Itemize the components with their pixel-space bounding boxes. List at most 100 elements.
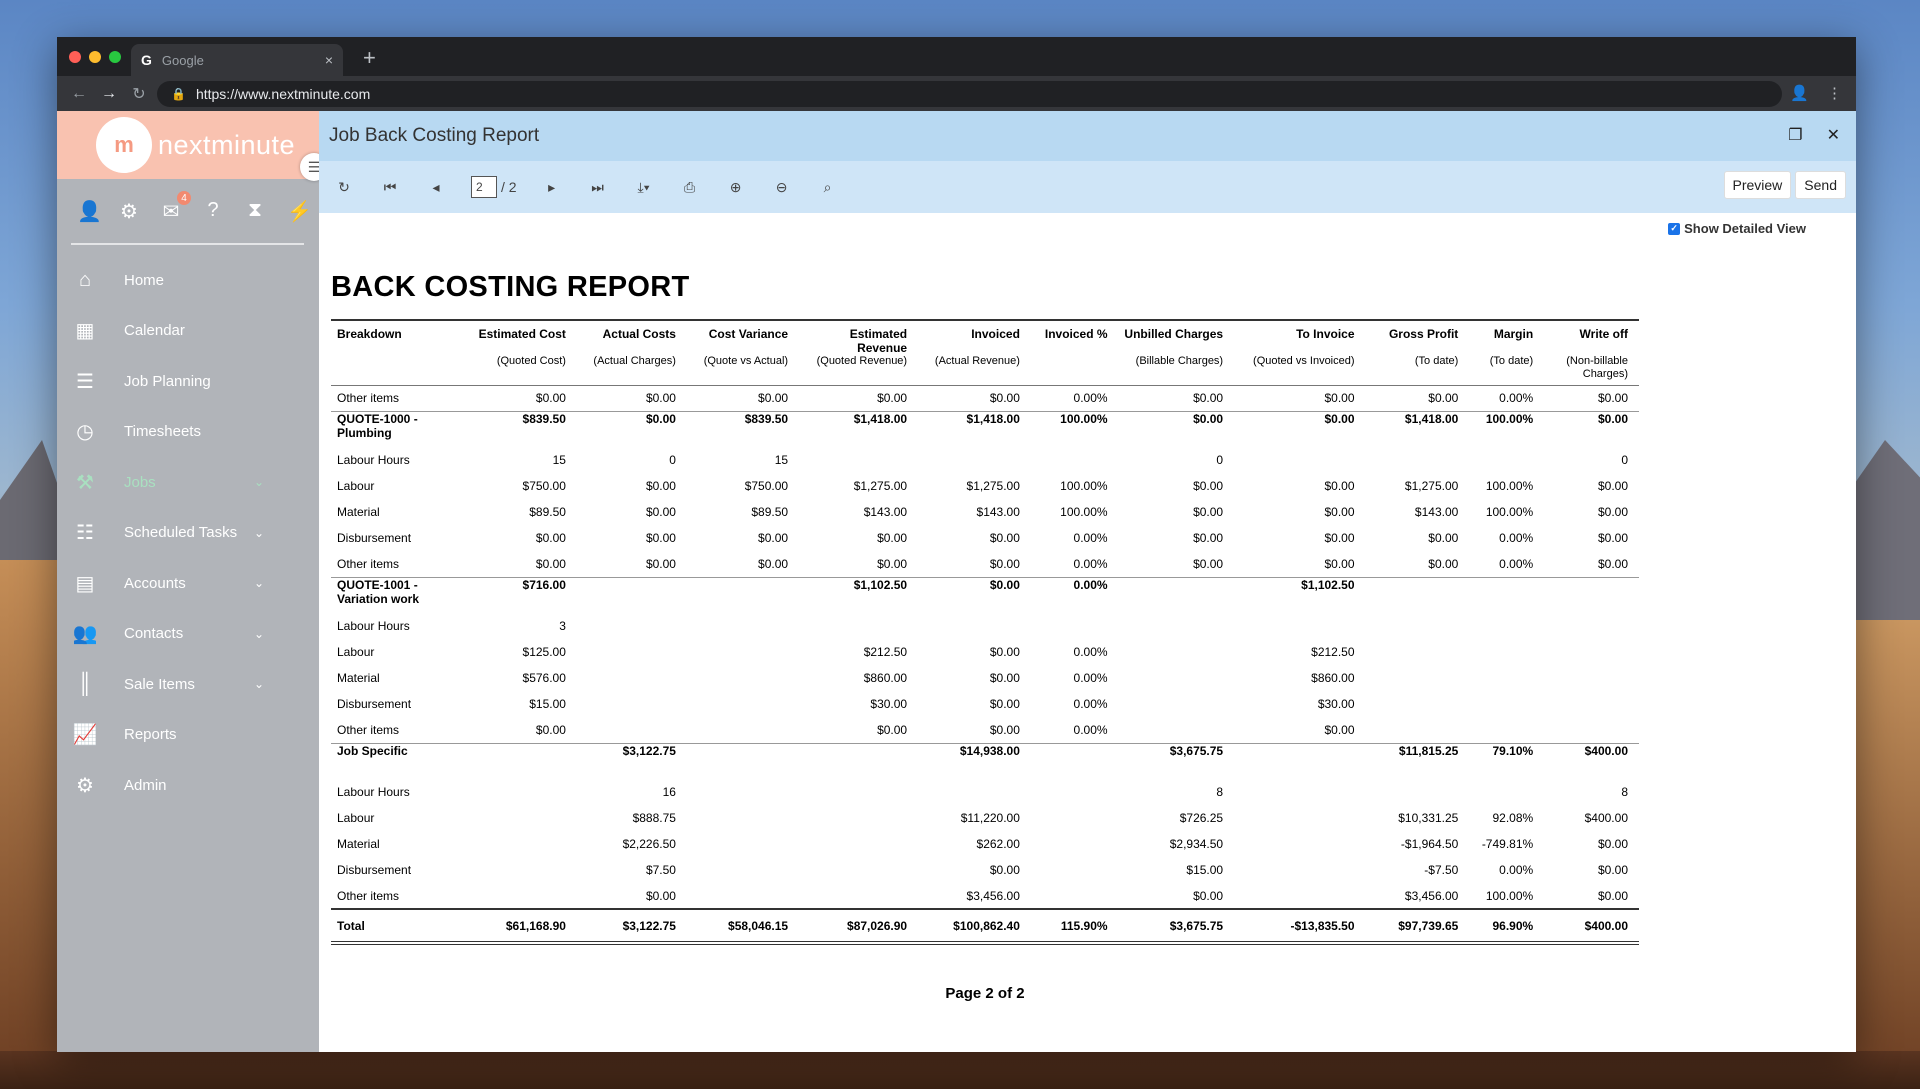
help-icon[interactable]: ? [203,199,223,239]
column-subheader: (To date) [1365,355,1470,386]
people-icon: 👥 [72,623,98,646]
browser-tab[interactable]: G Google × [131,44,343,76]
kebab-menu-icon[interactable]: ⋮ [1827,84,1842,102]
table-cell: 96.90% [1469,908,1545,945]
hourglass-icon[interactable]: ⧗ [245,199,265,239]
table-subheader-row: (Quoted Cost) (Actual Charges) (Quote vs A… [331,355,1639,386]
bolt-icon[interactable]: ⚡ [287,199,312,239]
row-label: Total [331,908,456,945]
user-icon[interactable]: 👤 [77,199,102,239]
show-detailed-view-checkbox[interactable]: ✓ Show Detailed View [1668,221,1806,236]
download-icon[interactable]: ⤓▾ [633,179,655,196]
page-footer: Page 2 of 2 [945,985,1025,1002]
table-cell: $400.00 [1584,811,1628,825]
forward-icon[interactable]: → [101,85,117,103]
sidebar-item-accounts[interactable]: ▤ Accounts ⌄ [57,558,319,609]
reload-icon[interactable]: ↻ [131,84,147,104]
sidebar-item-contacts[interactable]: 👥 Contacts ⌄ [57,609,319,660]
first-page-icon[interactable]: ⏮ [379,179,401,196]
zoom-out-icon[interactable]: ⊖ [771,179,793,196]
table-cell: $2,226.50 [622,837,676,851]
next-page-icon[interactable]: ▸ [541,179,563,196]
chevron-down-icon[interactable]: ⌄ [254,677,264,691]
row-label: Disbursement [337,531,412,545]
report-window-title: Job Back Costing Report [329,125,540,146]
row-label: Other items [337,722,400,737]
table-cell: $89.50 [751,505,789,519]
sidebar-item-reports[interactable]: 📈 Reports [57,710,319,761]
send-button[interactable]: Send [1795,171,1846,199]
table-cell [577,613,687,639]
table-cell: $0.00 [877,391,908,405]
minimize-window-button[interactable] [89,51,101,63]
table-cell: $10,331.25 [1398,811,1459,825]
sidebar-item-sale-items[interactable]: ║ Sale Items ⌄ [57,659,319,710]
url-bar[interactable]: 🔒 https://www.nextminute.com [157,81,1782,107]
table-cell: $143.00 [1414,505,1459,519]
mail-icon[interactable]: ✉ 4 [161,191,191,239]
chevron-down-icon[interactable]: ⌄ [254,526,264,540]
table-cell: 100.00% [1060,505,1108,519]
new-tab-button[interactable]: + [363,45,376,71]
gear-icon[interactable]: ⚙ [119,199,139,239]
table-cell: $15.00 [529,697,566,711]
table-cell: $3,122.75 [576,908,687,945]
table-cell [455,831,577,857]
close-tab-icon[interactable]: × [325,52,333,68]
table-cell: $0.00 [877,556,908,571]
table-cell: $0.00 [1193,888,1224,903]
sidebar-item-scheduled-tasks[interactable]: ☷ Scheduled Tasks ⌄ [57,508,319,559]
table-cell: $0.00 [535,556,566,571]
back-icon[interactable]: ← [71,85,87,103]
sidebar-item-calendar[interactable]: ▦ Calendar [57,306,319,357]
close-window-button[interactable] [69,51,81,63]
table-cell: $0.00 [645,505,676,519]
sidebar-item-label: Sale Items [124,675,195,693]
table-cell: 100.00% [1060,479,1108,493]
brand-logo[interactable]: m nextminute [57,111,319,179]
table-cell: $0.00 [758,391,789,405]
last-page-icon[interactable]: ⏭ [587,179,609,196]
print-icon[interactable]: ⎙ [679,179,701,196]
column-header: Gross Profit [1365,319,1470,355]
table-cell: $400.00 [1544,742,1639,779]
zoom-in-icon[interactable]: ⊕ [725,179,747,196]
chevron-down-icon[interactable]: ⌄ [254,627,264,641]
chevron-down-icon[interactable]: ⌄ [254,475,264,489]
search-icon[interactable]: ⌕ [817,179,839,196]
profile-icon[interactable]: 👤 [1790,84,1809,102]
sidebar-item-home[interactable]: ⌂ Home [57,255,319,306]
table-cell [1234,613,1365,639]
refresh-icon[interactable]: ↻ [333,179,355,196]
table-cell [799,447,918,473]
table-cell: $1,275.00 [853,479,908,493]
table-cell: $0.00 [1324,505,1355,519]
chevron-down-icon[interactable]: ⌄ [254,576,264,590]
sidebar-item-admin[interactable]: ⚙ Admin [57,760,319,811]
sidebar-item-jobs[interactable]: ⚒ Jobs ⌄ [57,457,319,508]
checkbox-checked-icon[interactable]: ✓ [1668,222,1681,235]
table-cell: 100.00% [1485,505,1534,519]
table-cell: 0.00% [1073,671,1108,685]
user-icon-glyph: 👤 [77,201,102,223]
row-label: Other items [337,556,400,571]
sidebar-item-timesheets[interactable]: ◷ Timesheets [57,407,319,458]
table-cell: $7.50 [645,863,676,877]
preview-button[interactable]: Preview [1723,171,1792,199]
restore-icon[interactable]: ❐ [1788,125,1802,145]
close-report-icon[interactable]: ✕ [1827,125,1840,145]
prev-page-icon[interactable]: ◂ [425,179,447,196]
sidebar-item-job-planning[interactable]: ☰ Job Planning [57,356,319,407]
table-cell: $0.00 [1324,391,1355,405]
table-cell [687,831,799,857]
maximize-window-button[interactable] [109,51,121,63]
table-cell [1469,665,1544,691]
table-cell: $0.00 [1544,410,1639,447]
page-number-input[interactable]: 2 [471,176,497,198]
table-cell: $212.50 [1311,645,1355,659]
table-cell: $0.00 [1597,863,1628,877]
row-label: Labour Hours [337,619,410,633]
table-cell: -$7.50 [1424,863,1459,877]
table-cell [1234,447,1365,473]
table-cell: $0.00 [1193,505,1224,519]
